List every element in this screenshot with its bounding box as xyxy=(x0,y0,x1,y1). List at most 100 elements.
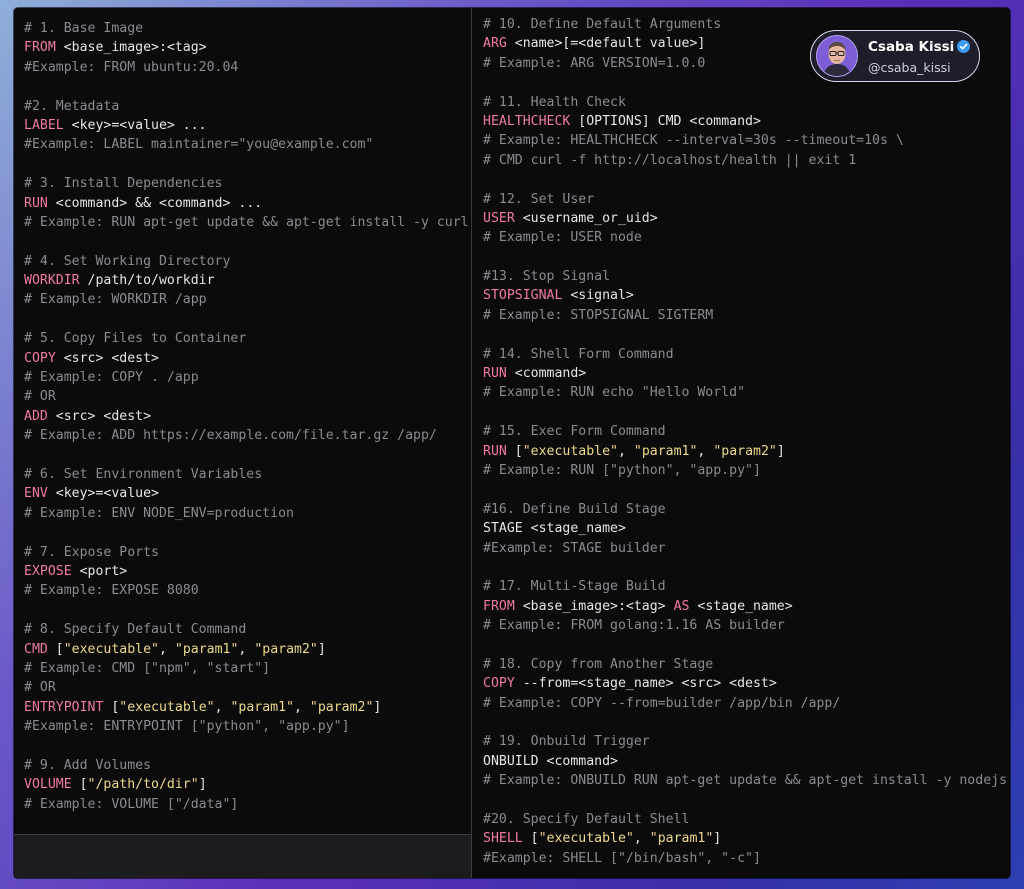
text-token: /path/to/workdir xyxy=(79,273,215,289)
code-line xyxy=(483,480,1007,499)
keyword-token: HEALTHCHECK xyxy=(483,113,571,129)
text-token: ] xyxy=(713,831,722,847)
person-avatar-icon xyxy=(817,36,857,76)
text-token: <stage_name> xyxy=(689,598,793,614)
comment-token: # 3. Install Dependencies xyxy=(24,176,223,192)
code-line: # Example: RUN apt-get update && apt-get… xyxy=(24,213,469,232)
comment-token: #Example: SHELL ["/bin/bash", "-c"] xyxy=(483,850,761,866)
code-line xyxy=(24,310,469,329)
comment-token: #2. Metadata xyxy=(24,98,120,114)
code-line: # 5. Copy Files to Container xyxy=(24,329,469,348)
comment-token: # Example: HEALTHCHECK --interval=30s --… xyxy=(483,133,904,149)
code-line: # Example: COPY . /app xyxy=(24,368,469,387)
code-line: ONBUILD <command> xyxy=(483,752,1007,771)
text-token: <command> xyxy=(506,366,587,382)
code-line: # 11. Health Check xyxy=(483,93,1007,112)
code-line: # 3. Install Dependencies xyxy=(24,174,469,193)
code-line xyxy=(483,170,1007,189)
text-token: ] xyxy=(373,699,382,715)
text-token: , xyxy=(618,443,634,459)
text-token: ] xyxy=(198,777,207,793)
text-token: <name>[=<default value>] xyxy=(506,36,706,52)
left-code-block: # 1. Base Image FROM <base_image>:<tag> #E… xyxy=(24,19,469,814)
code-line: # 17. Multi-Stage Build xyxy=(483,577,1007,596)
code-line xyxy=(24,232,469,251)
string-token: "param1" xyxy=(649,831,714,847)
keyword-token: ARG xyxy=(483,36,507,52)
code-line xyxy=(483,248,1007,267)
comment-token: # Example: COPY . /app xyxy=(24,370,199,386)
keyword-token: COPY xyxy=(24,350,56,366)
comment-token: #Example: STAGE builder xyxy=(483,540,666,556)
code-line: # 15. Exec Form Command xyxy=(483,422,1007,441)
code-line xyxy=(24,77,469,96)
string-token: "param2" xyxy=(713,443,777,459)
code-line: EXPOSE <port> xyxy=(24,562,469,581)
code-line: RUN <command> && <command> ... xyxy=(24,194,469,213)
comment-token: #20. Specify Default Shell xyxy=(483,812,690,828)
code-window: # 1. Base Image FROM <base_image>:<tag> #E… xyxy=(14,8,1010,878)
code-line xyxy=(483,791,1007,810)
code-line: RUN <command> xyxy=(483,364,1007,383)
code-line: CMD ["executable", "param1", "param2"] xyxy=(24,640,469,659)
code-line: HEALTHCHECK [OPTIONS] CMD <command> xyxy=(483,112,1007,131)
comment-token: # 18. Copy from Another Stage xyxy=(483,656,714,672)
profile-badge[interactable]: Csaba Kissi @csaba_kissi xyxy=(810,30,980,82)
keyword-token: FROM xyxy=(483,598,515,614)
code-line: # CMD curl -f http://localhost/health ||… xyxy=(483,151,1007,170)
text-token: <src> <dest> xyxy=(47,408,152,424)
keyword-token: USER xyxy=(483,210,515,226)
code-line: FROM <base_image>:<tag> AS <stage_name> xyxy=(483,597,1007,616)
code-line: # Example: WORKDIR /app xyxy=(24,290,469,309)
text-token: , xyxy=(159,641,175,657)
left-code-pane[interactable]: # 1. Base Image FROM <base_image>:<tag> #E… xyxy=(14,8,471,878)
code-line: # 7. Expose Ports xyxy=(24,543,469,562)
comment-token: #13. Stop Signal xyxy=(483,269,611,285)
comment-token: # 11. Health Check xyxy=(483,94,626,110)
avatar[interactable] xyxy=(816,35,858,77)
text-token: <key>=<value> ... xyxy=(63,117,207,133)
string-token: "param1" xyxy=(230,699,294,715)
code-line xyxy=(24,601,469,620)
keyword-token: RUN xyxy=(483,443,507,459)
string-token: "executable" xyxy=(63,641,159,657)
text-token: <base_image>:<tag> xyxy=(514,598,674,614)
comment-token: # Example: RUN ["python", "app.py"] xyxy=(483,462,761,478)
text-token: <command> && <command> ... xyxy=(47,195,263,211)
code-line: # 4. Set Working Directory xyxy=(24,252,469,271)
code-line: WORKDIR /path/to/workdir xyxy=(24,271,469,290)
code-line xyxy=(483,636,1007,655)
keyword-token: RUN xyxy=(24,195,48,211)
keyword-token: VOLUME xyxy=(24,777,72,793)
code-line: COPY <src> <dest> xyxy=(24,349,469,368)
comment-token: #Example: ENTRYPOINT ["python", "app.py"… xyxy=(24,719,350,735)
text-token: <base_image>:<tag> xyxy=(55,40,207,56)
text-token: <port> xyxy=(71,563,128,579)
string-token: "executable" xyxy=(522,443,618,459)
comment-token: # Example: VOLUME ["/data"] xyxy=(24,796,239,812)
code-line xyxy=(483,325,1007,344)
text-token: [ xyxy=(47,641,64,657)
code-line: COPY --from=<stage_name> <src> <dest> xyxy=(483,674,1007,693)
code-line: # Example: HEALTHCHECK --interval=30s --… xyxy=(483,131,1007,150)
code-line: # 1. Base Image xyxy=(24,19,469,38)
comment-token: # 19. Onbuild Trigger xyxy=(483,734,650,750)
left-pane-footer xyxy=(14,834,471,878)
keyword-token: WORKDIR xyxy=(24,273,80,289)
right-code-pane[interactable]: # 10. Define Default Arguments ARG <name>… xyxy=(473,8,1010,878)
code-line: # Example: ENV NODE_ENV=production xyxy=(24,504,469,523)
code-line: # Example: EXPOSE 8080 xyxy=(24,581,469,600)
code-line: #Example: ENTRYPOINT ["python", "app.py"… xyxy=(24,717,469,736)
comment-token: # Example: ADD https://example.com/file.… xyxy=(24,428,437,444)
code-line: VOLUME ["/path/to/dir"] xyxy=(24,775,469,794)
code-line: # Example: CMD ["npm", "start"] xyxy=(24,659,469,678)
pane-divider[interactable] xyxy=(471,8,472,878)
